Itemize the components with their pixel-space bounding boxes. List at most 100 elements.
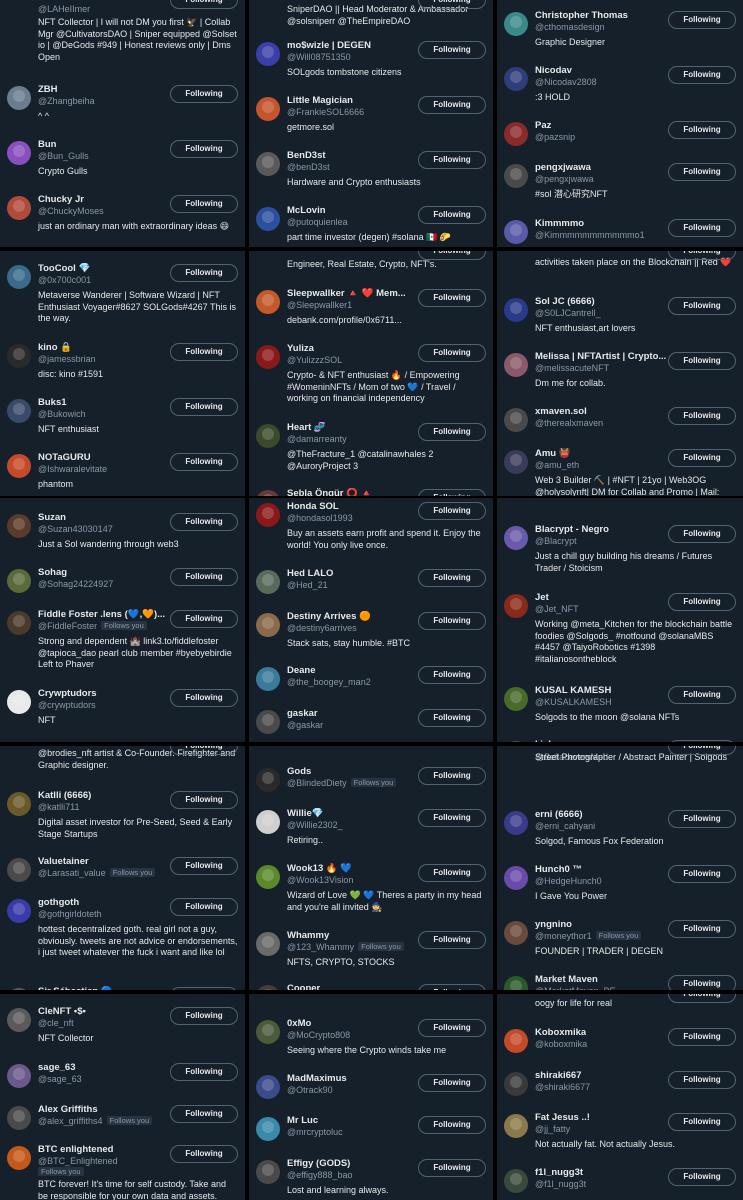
following-button[interactable]: Following — [668, 1028, 736, 1046]
following-button[interactable]: Following — [418, 1159, 486, 1177]
user-handle[interactable]: @the_boogey_man2 — [287, 677, 371, 687]
avatar[interactable] — [504, 408, 528, 432]
user-handle[interactable]: @Suzan43030147 — [38, 524, 113, 534]
avatar[interactable] — [504, 164, 528, 188]
following-button[interactable]: Following — [170, 791, 238, 809]
following-button[interactable]: Following — [170, 1063, 238, 1081]
user-handle[interactable]: @Wook13Vision — [287, 875, 353, 885]
user-display-name[interactable]: TooCool 💎 — [38, 263, 90, 274]
user-handle[interactable]: @MoCrypto808 — [287, 1030, 350, 1040]
avatar[interactable] — [7, 1008, 31, 1032]
following-button[interactable]: Following — [170, 85, 238, 103]
user-display-name[interactable]: Nicodav — [535, 65, 572, 76]
avatar[interactable] — [504, 594, 528, 618]
following-button[interactable]: Following — [668, 740, 736, 742]
user-display-name[interactable]: Kimmmmo — [535, 218, 584, 229]
avatar[interactable] — [256, 667, 280, 691]
avatar[interactable] — [256, 97, 280, 121]
user-display-name[interactable]: Sir Sébastien 🔵 — [38, 986, 113, 990]
user-row[interactable]: Katlli (6666) @katlli711 Digital asset inv… — [0, 790, 245, 850]
user-row[interactable]: Wook13 🔥 💙 @Wook13Vision Wizard of Love 💚 … — [249, 863, 493, 923]
user-display-name[interactable]: NOTaGURU — [38, 452, 91, 463]
user-handle[interactable]: @Larasati_value Follows you — [38, 868, 156, 878]
avatar[interactable] — [504, 1114, 528, 1138]
user-handle[interactable]: @Sleepwallker1 — [287, 300, 352, 310]
following-button[interactable]: Following — [668, 352, 736, 370]
following-button[interactable]: Following — [170, 398, 238, 416]
avatar[interactable] — [7, 988, 31, 990]
user-handle[interactable]: @BlindedDiety Follows you — [287, 778, 397, 788]
user-display-name[interactable]: Fat Jesus ..! — [535, 1112, 590, 1123]
user-display-name[interactable]: Jet — [535, 592, 549, 603]
following-button[interactable]: Following — [418, 251, 486, 260]
user-row[interactable]: Chucky Jr @ChuckyMoses just an ordinary ma… — [0, 194, 245, 247]
avatar[interactable] — [256, 42, 280, 66]
user-row[interactable]: kino 🔒 @jamessbrian disc: kino #1591 Follow… — [0, 342, 245, 402]
user-handle[interactable]: @YulizzzSOL — [287, 355, 342, 365]
following-button[interactable]: Following — [668, 994, 736, 1003]
avatar[interactable] — [256, 490, 280, 496]
user-handle[interactable]: @koboxmika — [535, 1039, 587, 1049]
following-button[interactable]: Following — [668, 865, 736, 883]
user-handle[interactable]: @erni_cahyani — [535, 821, 595, 831]
avatar[interactable] — [7, 454, 31, 478]
user-row[interactable]: Kimmmmo @Kimmmmmmmmmmmo1 Following — [497, 218, 743, 247]
following-button[interactable]: Following — [668, 686, 736, 704]
user-handle[interactable]: @destiny6arrives — [287, 623, 357, 633]
following-button[interactable]: Following — [418, 206, 486, 224]
following-button[interactable]: Following — [170, 140, 238, 158]
avatar[interactable] — [256, 710, 280, 734]
user-handle[interactable]: @HedgeHunch0 — [535, 876, 602, 886]
user-row[interactable]: Nicodav @Nicodav2808:3 HOLD Following — [497, 65, 743, 125]
user-row[interactable]: Amu 👹 @amu_eth Web 3 Builder ⛏️ | #NFT | 2… — [497, 448, 743, 496]
user-row[interactable]: TooCool 💎 @0x700c001 Metaverse Wanderer | … — [0, 263, 245, 323]
user-display-name[interactable]: f1l_nugg3t — [535, 1167, 583, 1178]
user-display-name[interactable]: Gods — [287, 766, 311, 777]
following-button[interactable]: Following — [668, 593, 736, 611]
user-display-name[interactable]: sage_63 — [38, 1062, 76, 1073]
user-display-name[interactable]: Valuetainer — [38, 856, 89, 867]
following-button[interactable]: Following — [170, 1105, 238, 1123]
user-handle[interactable]: @benD3st — [287, 162, 330, 172]
following-button[interactable]: Following — [668, 1113, 736, 1131]
following-button[interactable]: Following — [418, 423, 486, 441]
user-display-name[interactable]: BenD3st — [287, 150, 326, 161]
user-handle[interactable]: @gothgirldoteth — [38, 909, 102, 919]
user-row[interactable]: Market Maven@MarketMaven_BE Following — [497, 974, 743, 990]
avatar[interactable] — [7, 86, 31, 110]
user-handle[interactable]: @f1l_nugg3t — [535, 1179, 586, 1189]
user-display-name[interactable]: Bun — [38, 139, 56, 150]
user-handle[interactable]: @amu_eth — [535, 460, 579, 470]
user-handle[interactable]: @crywptudors — [38, 700, 96, 710]
user-handle[interactable]: @Blacrypt — [535, 536, 577, 546]
avatar[interactable] — [7, 1106, 31, 1130]
avatar[interactable] — [256, 768, 280, 792]
following-button[interactable]: Following — [170, 513, 238, 531]
user-handle[interactable]: @damarreanty — [287, 434, 347, 444]
user-row[interactable]: Bun @Bun_Gulls Crypto Gulls Following — [0, 139, 245, 199]
following-button[interactable]: Following — [668, 1168, 736, 1186]
user-row[interactable]: erni (6666) @erni_cahyani Solgod, Famous F… — [497, 809, 743, 869]
user-display-name[interactable]: Paz — [535, 120, 551, 131]
avatar[interactable] — [7, 858, 31, 882]
user-row[interactable]: mo$wizle | DEGEN @Will08751350 SOLgods tom… — [249, 40, 493, 100]
user-handle[interactable]: @katlli711 — [38, 802, 80, 812]
user-row[interactable]: 0xMo @MoCrypto808 Seeing where the Crypto … — [249, 1018, 493, 1078]
user-display-name[interactable]: Fiddle Foster .lens (💙,🧡)... — [38, 609, 165, 620]
avatar[interactable] — [7, 196, 31, 220]
user-row[interactable]: f1l_nugg3t @f1l_nugg3t Following — [497, 1167, 743, 1200]
following-button[interactable]: Following — [418, 666, 486, 684]
user-handle[interactable]: @ChuckyMoses — [38, 206, 104, 216]
user-row[interactable]: Hunch0 ™ @HedgeHunch0 I Gave You Power Foll… — [497, 864, 743, 924]
user-display-name[interactable]: ZBH — [38, 84, 58, 95]
following-button[interactable]: Following — [418, 931, 486, 949]
user-display-name[interactable]: Chucky Jr — [38, 194, 84, 205]
following-button[interactable]: Following — [418, 41, 486, 59]
user-row[interactable]: BenD3st @benD3st Hardware and Crypto enthu… — [249, 150, 493, 210]
user-display-name[interactable]: Melissa | NFTArtist | Crypto... — [535, 351, 666, 362]
user-row[interactable]: Buks1 @Bukowich NFT enthusiast Following — [0, 397, 245, 457]
user-row[interactable]: NOTaGURU @Ishwaralevitate phantom Following — [0, 452, 245, 496]
user-display-name[interactable]: Koboxmika — [535, 1027, 586, 1038]
user-handle[interactable]: @BTC_Enlightened — [38, 1156, 118, 1166]
user-display-name[interactable]: MadMaximus — [287, 1073, 347, 1084]
